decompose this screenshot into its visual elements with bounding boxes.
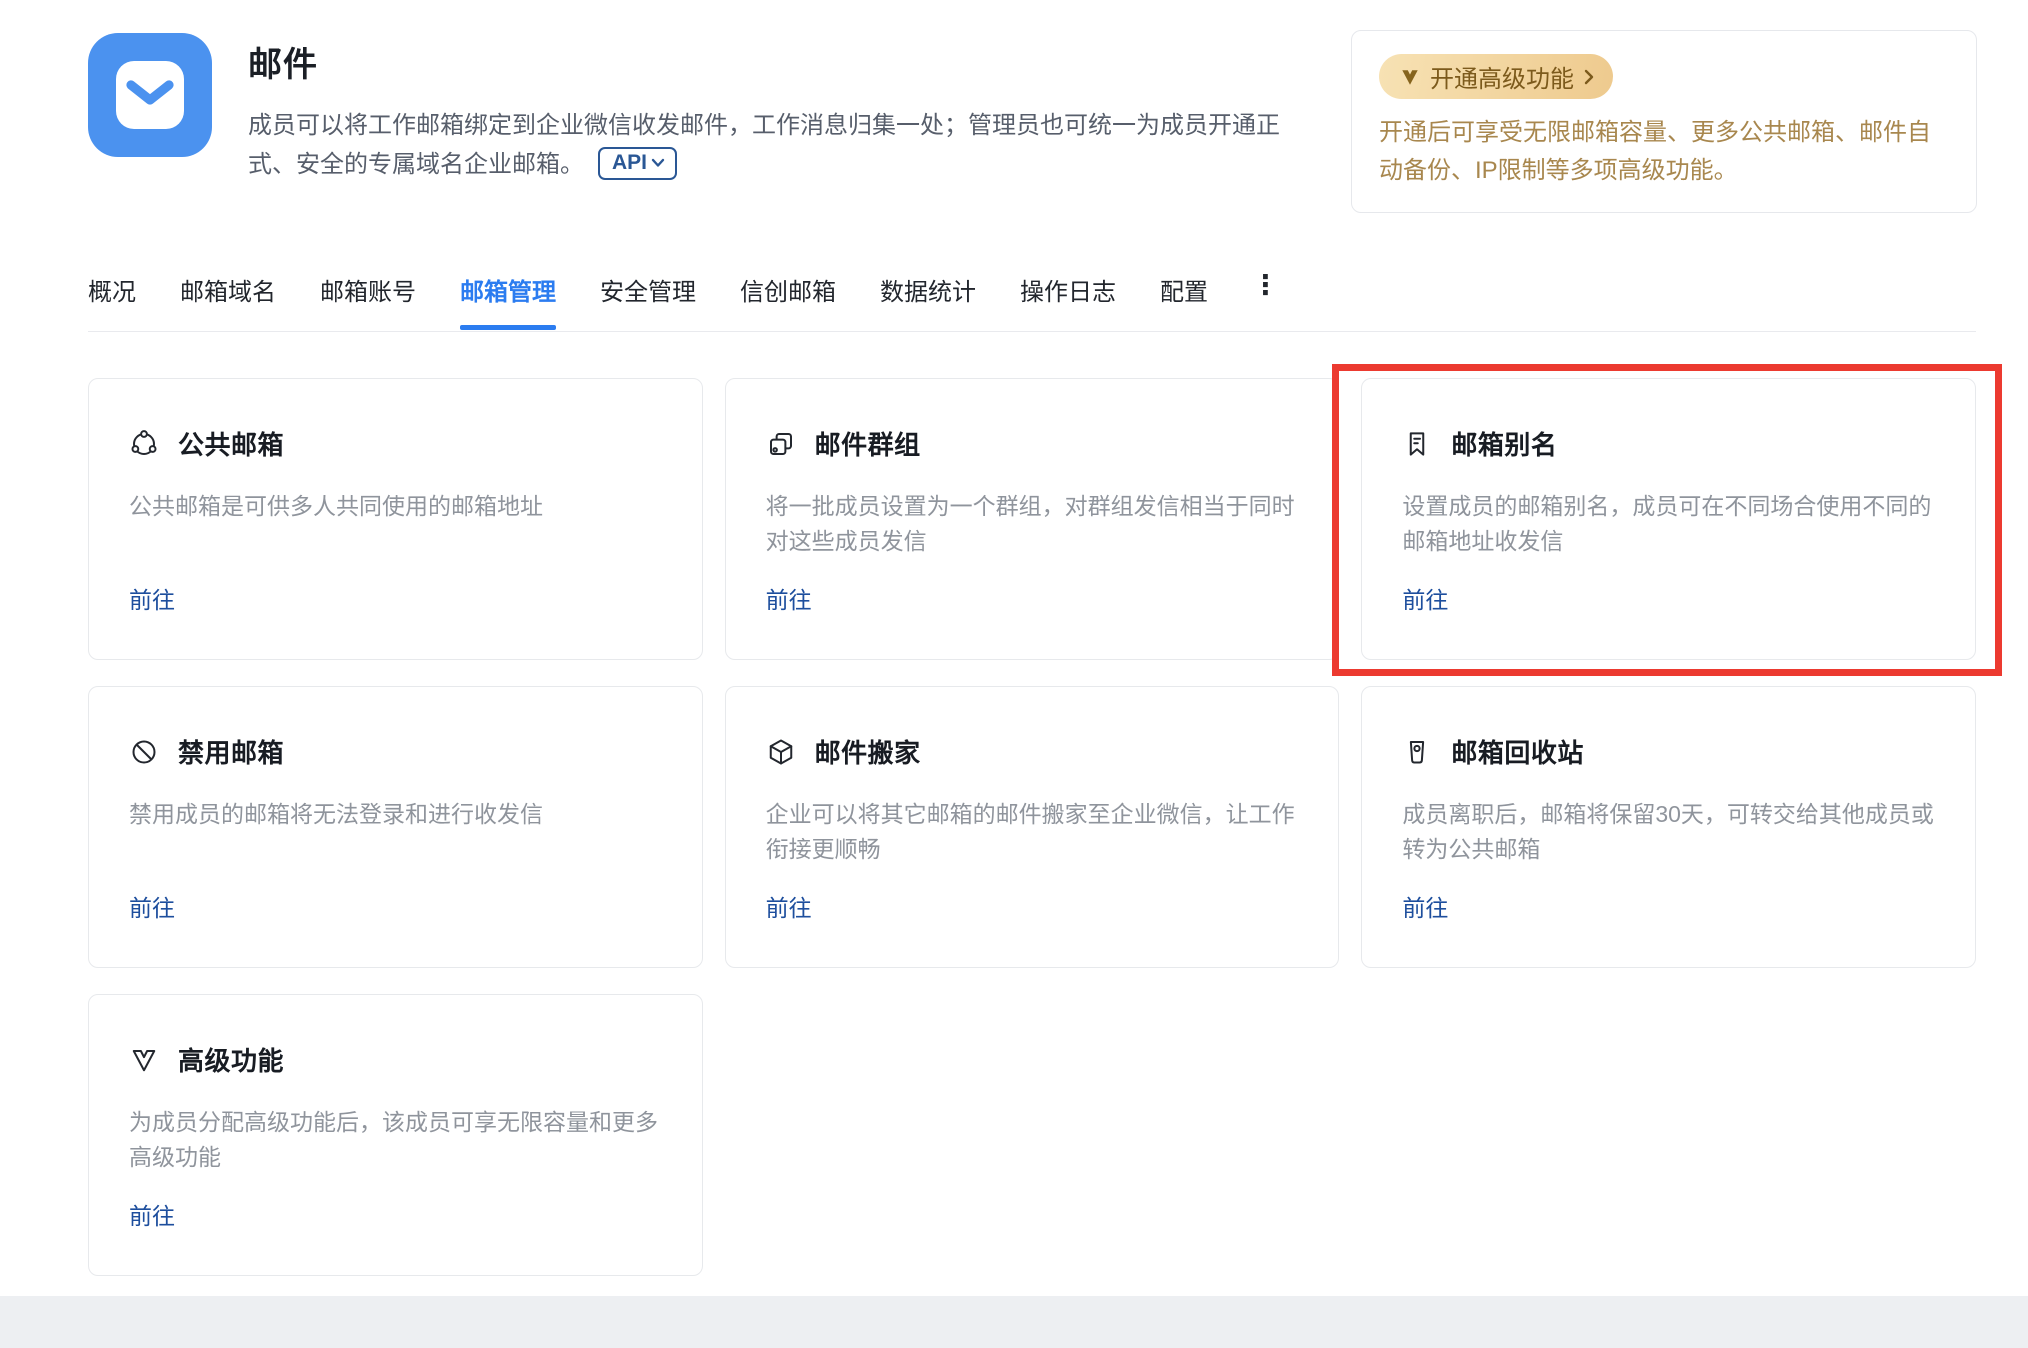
card-description: 设置成员的邮箱别名，成员可在不同场合使用不同的邮箱地址收发信: [1402, 489, 1935, 559]
card-disabled-mailbox: 禁用邮箱 禁用成员的邮箱将无法登录和进行收发信 前往: [88, 686, 703, 968]
mail-admin-page: 邮件 成员可以将工作邮箱绑定到企业微信收发邮件，工作消息归集一处；管理员也可统一…: [0, 0, 2028, 1348]
package-icon: [766, 737, 796, 767]
chevron-down-icon: [651, 158, 665, 168]
tab-bar: 概况 邮箱域名 邮箱账号 邮箱管理 安全管理 信创邮箱 数据统计 操作日志 配置…: [88, 272, 1279, 330]
card-title: 邮件群组: [815, 425, 921, 462]
card-head: 高级功能: [129, 1041, 662, 1078]
go-link[interactable]: 前往: [1402, 581, 1448, 615]
tab-settings[interactable]: 配置: [1160, 272, 1208, 330]
tab-data-statistics[interactable]: 数据统计: [880, 272, 976, 330]
api-button-label: API: [612, 151, 647, 174]
premium-upgrade-badge[interactable]: 开通高级功能: [1379, 54, 1613, 99]
card-description: 成员离职后，邮箱将保留30天，可转交给其他成员或转为公共邮箱: [1402, 797, 1935, 867]
mail-group-icon: [766, 429, 796, 459]
card-head: 禁用邮箱: [129, 733, 662, 770]
share-network-icon: [129, 429, 159, 459]
go-link[interactable]: 前往: [766, 889, 812, 923]
premium-v-icon: [1399, 66, 1421, 88]
go-link[interactable]: 前往: [766, 581, 812, 615]
card-head: 邮件搬家: [766, 733, 1299, 770]
recycle-bin-icon: [1402, 737, 1432, 767]
mail-app-icon: [88, 33, 212, 157]
page-title: 邮件: [248, 37, 1296, 86]
more-tabs-icon[interactable]: ⋮: [1252, 272, 1279, 321]
mail-envelope-icon: [102, 47, 198, 143]
card-head: 公共邮箱: [129, 425, 662, 462]
premium-description: 开通后可享受无限邮箱容量、更多公共邮箱、邮件自动备份、IP限制等多项高级功能。: [1379, 114, 1949, 190]
premium-badge-label: 开通高级功能: [1430, 59, 1574, 94]
footer-strip: [0, 1296, 2028, 1348]
card-description: 公共邮箱是可供多人共同使用的邮箱地址: [129, 489, 662, 524]
tab-mail-domain[interactable]: 邮箱域名: [180, 272, 276, 330]
tabs-divider: [88, 331, 1976, 332]
card-head: 邮箱别名: [1402, 425, 1935, 462]
card-title: 禁用邮箱: [178, 733, 284, 770]
header-text: 邮件 成员可以将工作邮箱绑定到企业微信收发邮件，工作消息归集一处；管理员也可统一…: [248, 33, 1296, 184]
card-description: 将一批成员设置为一个群组，对群组发信相当于同时对这些成员发信: [766, 489, 1299, 559]
card-advanced-features: 高级功能 为成员分配高级功能后，该成员可享无限容量和更多高级功能 前往: [88, 994, 703, 1276]
tab-operation-log[interactable]: 操作日志: [1020, 272, 1116, 330]
card-mail-migration: 邮件搬家 企业可以将其它邮箱的邮件搬家至企业微信，让工作衔接更顺畅 前往: [725, 686, 1340, 968]
feature-card-grid: 公共邮箱 公共邮箱是可供多人共同使用的邮箱地址 前往 邮件群组 将一批成员设置为…: [88, 378, 1976, 1276]
card-title: 公共邮箱: [178, 425, 284, 462]
bookmark-icon: [1402, 429, 1432, 459]
tab-mail-account[interactable]: 邮箱账号: [320, 272, 416, 330]
card-title: 邮箱别名: [1451, 425, 1557, 462]
card-title: 邮箱回收站: [1451, 733, 1584, 770]
tab-xinchuang-mail[interactable]: 信创邮箱: [740, 272, 836, 330]
go-link[interactable]: 前往: [1402, 889, 1448, 923]
premium-banner: 开通高级功能 开通后可享受无限邮箱容量、更多公共邮箱、邮件自动备份、IP限制等多…: [1351, 30, 1977, 213]
card-title: 高级功能: [178, 1041, 284, 1078]
card-mail-group: 邮件群组 将一批成员设置为一个群组，对群组发信相当于同时对这些成员发信 前往: [725, 378, 1340, 660]
api-button[interactable]: API: [598, 147, 677, 180]
card-head: 邮件群组: [766, 425, 1299, 462]
card-mailbox-alias: 邮箱别名 设置成员的邮箱别名，成员可在不同场合使用不同的邮箱地址收发信 前往: [1361, 378, 1976, 660]
card-head: 邮箱回收站: [1402, 733, 1935, 770]
go-link[interactable]: 前往: [129, 889, 175, 923]
tab-overview[interactable]: 概况: [88, 272, 136, 330]
card-description: 企业可以将其它邮箱的邮件搬家至企业微信，让工作衔接更顺畅: [766, 797, 1299, 867]
card-description: 禁用成员的邮箱将无法登录和进行收发信: [129, 797, 662, 832]
go-link[interactable]: 前往: [129, 1197, 175, 1231]
page-header: 邮件 成员可以将工作邮箱绑定到企业微信收发邮件，工作消息归集一处；管理员也可统一…: [88, 33, 1296, 184]
chevron-right-icon: [1583, 68, 1595, 86]
page-description: 成员可以将工作邮箱绑定到企业微信收发邮件，工作消息归集一处；管理员也可统一为成员…: [248, 106, 1296, 184]
card-mailbox-recycle-bin: 邮箱回收站 成员离职后，邮箱将保留30天，可转交给其他成员或转为公共邮箱 前往: [1361, 686, 1976, 968]
prohibit-icon: [129, 737, 159, 767]
page-description-text: 成员可以将工作邮箱绑定到企业微信收发邮件，工作消息归集一处；管理员也可统一为成员…: [248, 112, 1280, 178]
tab-mailbox-management[interactable]: 邮箱管理: [460, 272, 556, 330]
card-public-mailbox: 公共邮箱 公共邮箱是可供多人共同使用的邮箱地址 前往: [88, 378, 703, 660]
tab-security-management[interactable]: 安全管理: [600, 272, 696, 330]
card-title: 邮件搬家: [815, 733, 921, 770]
premium-v-icon: [129, 1045, 159, 1075]
go-link[interactable]: 前往: [129, 581, 175, 615]
card-description: 为成员分配高级功能后，该成员可享无限容量和更多高级功能: [129, 1105, 662, 1175]
